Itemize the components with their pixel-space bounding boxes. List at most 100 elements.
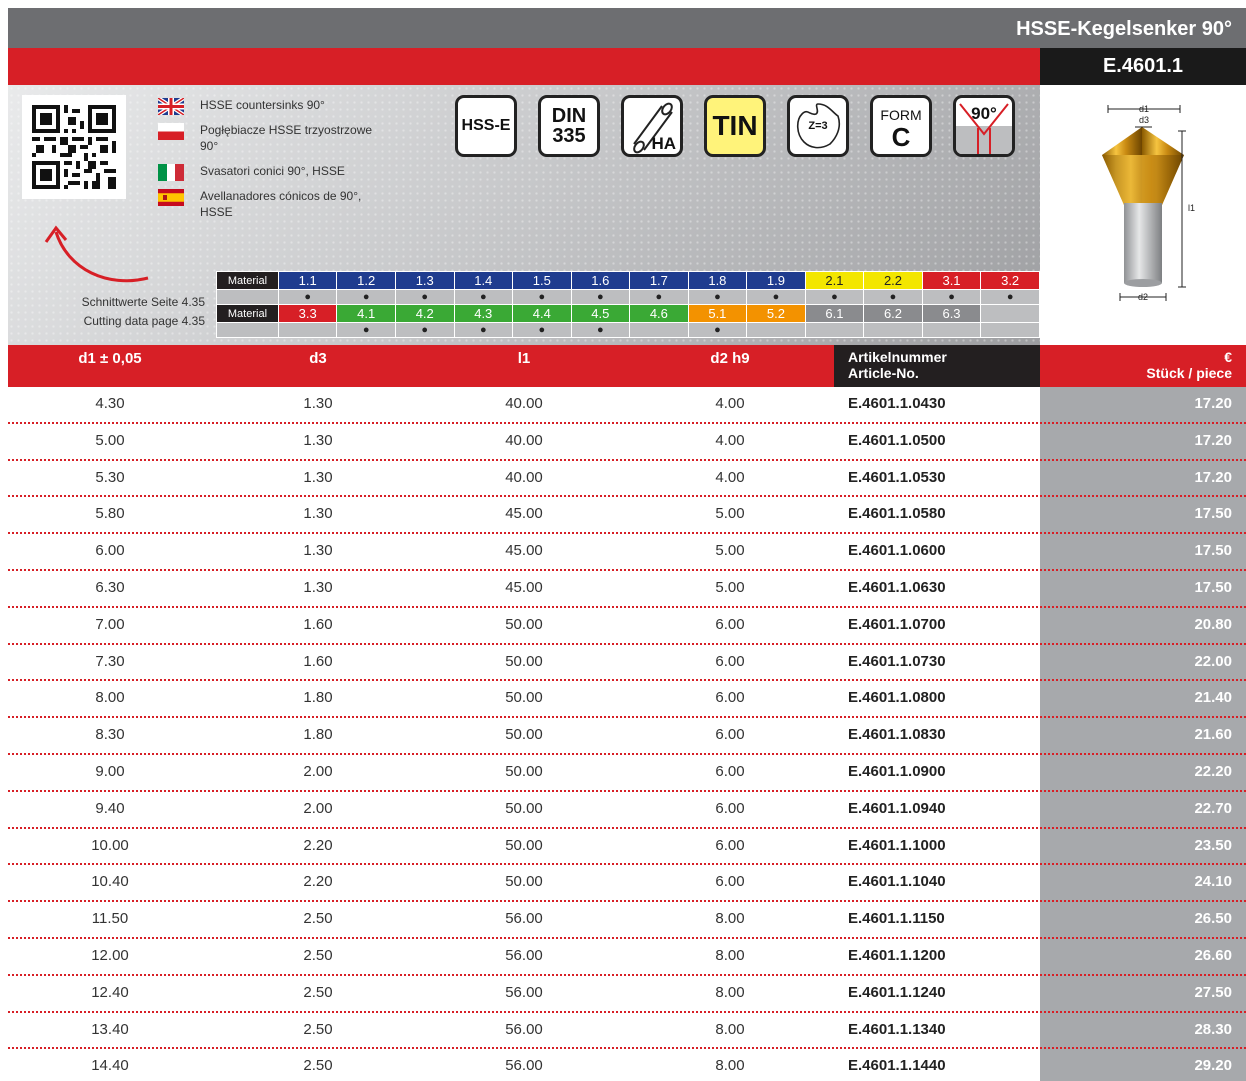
header-article: Artikelnummer Article-No. xyxy=(834,345,1040,387)
cell-price: 26.50 xyxy=(1194,910,1232,928)
table-row[interactable]: 6.00 1.30 45.00 5.00 E.4601.1.0600 17.50 xyxy=(8,534,1246,571)
cell-l1: 50.00 xyxy=(505,762,543,780)
cell-d3: 2.00 xyxy=(303,799,333,817)
cell-l1: 50.00 xyxy=(505,689,543,707)
cell-article-number: E.4601.1.0580 xyxy=(848,505,946,523)
qr-code-icon[interactable] xyxy=(22,95,126,199)
cell-l1: 50.00 xyxy=(505,873,543,891)
material-suitability-dot: ● xyxy=(512,322,572,338)
din-badge-bottom: 335 xyxy=(552,125,586,147)
material-code-cell: 1.3 xyxy=(394,271,455,290)
material-suitability-dot: ● xyxy=(453,289,514,305)
cell-d3: 2.50 xyxy=(303,983,333,1001)
table-row[interactable]: 12.00 2.50 56.00 8.00 E.4601.1.1200 26.60 xyxy=(8,939,1246,976)
cell-l1: 50.00 xyxy=(505,726,543,744)
table-row[interactable]: 12.40 2.50 56.00 8.00 E.4601.1.1240 27.50 xyxy=(8,976,1246,1013)
table-row[interactable]: 5.80 1.30 45.00 5.00 E.4601.1.0580 17.50 xyxy=(8,497,1246,535)
cell-d3: 2.20 xyxy=(303,836,333,854)
table-row[interactable]: 9.00 2.00 50.00 6.00 E.4601.1.0900 22.20 xyxy=(8,755,1246,792)
table-row[interactable]: 7.30 1.60 50.00 6.00 E.4601.1.0730 22.00 xyxy=(8,645,1246,682)
cell-price: 27.50 xyxy=(1194,983,1232,1001)
cell-d3: 1.30 xyxy=(303,468,333,486)
material-suitability-dot: ● xyxy=(336,322,396,338)
material-code-row: Material 1.1 1.2 1.3 1.4 1.5 1.6 1.7 1.8 1.9 2.1 2.… xyxy=(216,271,1040,290)
material-suitability-dot: ● xyxy=(687,289,748,305)
angle-badge-label: 90° xyxy=(971,104,997,123)
cell-l1: 56.00 xyxy=(505,946,543,964)
cell-article-number: E.4601.1.1240 xyxy=(848,983,946,1001)
header-d1: d1 ± 0,05 xyxy=(78,350,142,367)
material-code-cell: 4.4 xyxy=(512,304,572,323)
cell-article-number: E.4601.1.0730 xyxy=(848,652,946,670)
cell-l1: 56.00 xyxy=(505,1020,543,1038)
material-code-cell: 4.6 xyxy=(629,304,689,323)
cell-d1: 8.30 xyxy=(95,726,125,744)
cell-l1: 56.00 xyxy=(505,910,543,928)
tin-coating-badge: TIN xyxy=(704,95,766,157)
material-suitability-dot: ● xyxy=(570,289,631,305)
lang-en-text: HSSE countersinks 90° xyxy=(200,98,325,112)
cell-d2: 6.00 xyxy=(715,762,745,780)
lang-it-text: Svasatori conici 90°, HSSE xyxy=(200,164,345,178)
cell-d3: 1.30 xyxy=(303,431,333,449)
cell-d1: 12.00 xyxy=(91,946,129,964)
uk-flag-icon xyxy=(158,98,184,115)
material-suitability-dot: ● xyxy=(921,289,982,305)
cell-price: 29.20 xyxy=(1194,1057,1232,1075)
lang-es: Avellanadores cónicos de 90°, HSSE xyxy=(158,188,378,220)
label-l1: l1 xyxy=(1188,203,1195,213)
material-code-cell: 1.7 xyxy=(629,271,689,290)
table-row[interactable]: 10.40 2.20 50.00 6.00 E.4601.1.1040 24.10 xyxy=(8,865,1246,903)
cell-l1: 45.00 xyxy=(505,542,543,560)
material-suitability-dot: ● xyxy=(570,322,631,338)
cell-d1: 13.40 xyxy=(91,1020,129,1038)
cell-d1: 10.00 xyxy=(91,836,129,854)
cell-d2: 4.00 xyxy=(715,395,745,412)
cell-price: 17.20 xyxy=(1194,468,1232,486)
cutting-data-en[interactable]: Cutting data page 4.35 xyxy=(8,314,205,328)
form-c-badge: FORM C xyxy=(870,95,932,157)
material-code-cell: 2.2 xyxy=(863,271,923,290)
material-suitability-dot xyxy=(804,322,865,338)
cell-d3: 1.30 xyxy=(303,505,333,523)
table-row[interactable]: 4.30 1.30 40.00 4.00 E.4601.1.0430 17.20 xyxy=(8,387,1246,424)
material-suitability-dot: ● xyxy=(453,322,514,338)
cell-d3: 2.50 xyxy=(303,1020,333,1038)
cell-l1: 50.00 xyxy=(505,799,543,817)
material-code-cell: 1.8 xyxy=(687,271,748,290)
product-table: 4.30 1.30 40.00 4.00 E.4601.1.0430 17.20 5.00 1… xyxy=(8,387,1246,1081)
material-label: Material xyxy=(216,271,279,290)
material-suitability-dot xyxy=(629,322,689,338)
cell-price: 23.50 xyxy=(1194,836,1232,854)
material-code-row: Material 3.3 4.1 4.2 4.3 4.4 4.5 4.6 5.1 5.2 6.1 6.… xyxy=(216,304,1040,323)
table-row[interactable]: 10.00 2.20 50.00 6.00 E.4601.1.1000 23.50 xyxy=(8,829,1246,866)
header-d3: d3 xyxy=(309,350,327,367)
label-d2: d2 xyxy=(1138,292,1148,302)
cell-d1: 7.30 xyxy=(95,652,125,670)
cell-d3: 1.30 xyxy=(303,542,333,560)
table-row[interactable]: 8.30 1.80 50.00 6.00 E.4601.1.0830 21.60 xyxy=(8,718,1246,755)
it-flag-icon xyxy=(158,164,184,181)
table-row[interactable]: 14.40 2.50 56.00 8.00 E.4601.1.1440 29.20 xyxy=(8,1049,1246,1081)
cell-d2: 6.00 xyxy=(715,873,745,891)
table-row[interactable]: 7.00 1.60 50.00 6.00 E.4601.1.0700 20.80 xyxy=(8,608,1246,645)
material-suitability-dot: ● xyxy=(980,289,1040,305)
material-code-cell: 1.1 xyxy=(277,271,338,290)
din-badge: DIN 335 xyxy=(538,95,600,157)
table-row[interactable]: 8.00 1.80 50.00 6.00 E.4601.1.0800 21.40 xyxy=(8,681,1246,719)
cell-d2: 5.00 xyxy=(715,542,745,560)
cell-price: 24.10 xyxy=(1194,873,1232,891)
material-code-cell: 1.2 xyxy=(336,271,396,290)
material-suitability-dot: ● xyxy=(277,289,338,305)
material-code-cell: 5.1 xyxy=(687,304,748,323)
table-row[interactable]: 11.50 2.50 56.00 8.00 E.4601.1.1150 26.50 xyxy=(8,902,1246,939)
table-row[interactable]: 5.00 1.30 40.00 4.00 E.4601.1.0500 17.20 xyxy=(8,424,1246,461)
cutting-data-de[interactable]: Schnittwerte Seite 4.35 xyxy=(8,295,205,309)
table-row[interactable]: 9.40 2.00 50.00 6.00 E.4601.1.0940 22.70 xyxy=(8,792,1246,829)
cell-article-number: E.4601.1.0500 xyxy=(848,431,946,449)
table-row[interactable]: 5.30 1.30 40.00 4.00 E.4601.1.0530 17.20 xyxy=(8,461,1246,498)
material-code-cell: 1.9 xyxy=(746,271,806,290)
table-row[interactable]: 13.40 2.50 56.00 8.00 E.4601.1.1340 28.30 xyxy=(8,1013,1246,1050)
table-row[interactable]: 6.30 1.30 45.00 5.00 E.4601.1.0630 17.50 xyxy=(8,571,1246,608)
header-article-de: Artikelnummer xyxy=(848,349,947,365)
